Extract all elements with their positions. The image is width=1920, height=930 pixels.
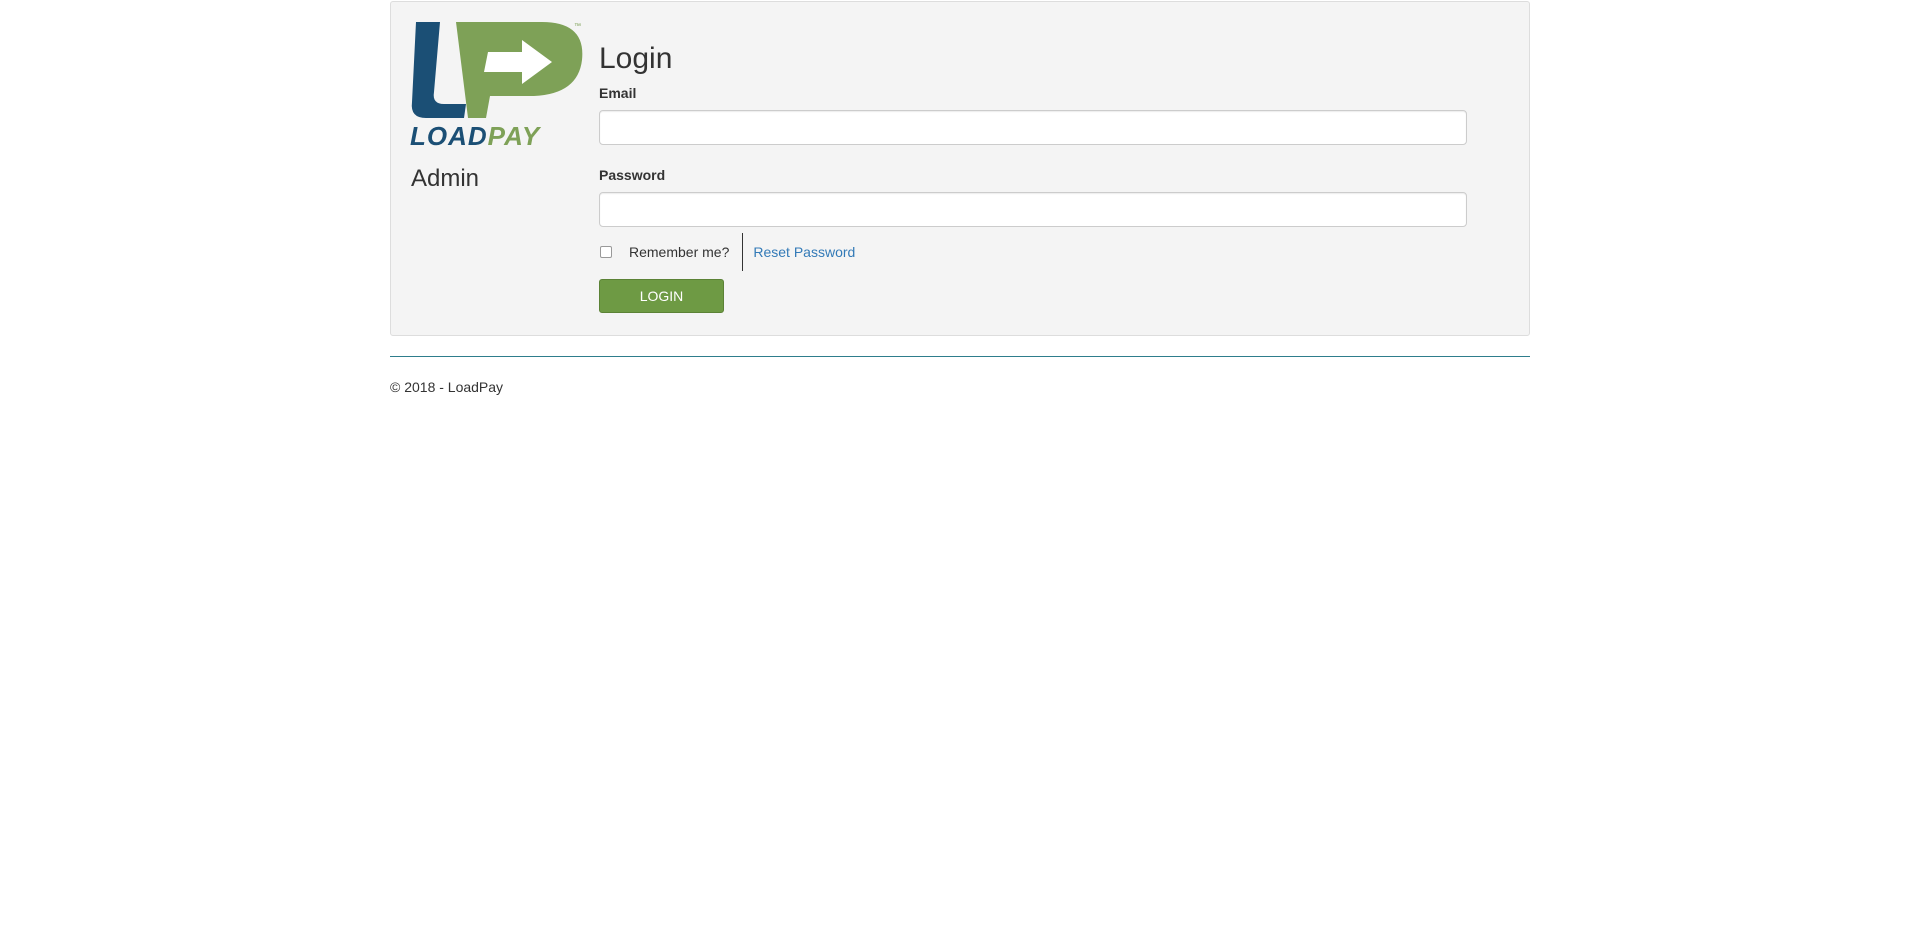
login-button[interactable]: LOGIN (599, 279, 724, 313)
password-label: Password (599, 167, 666, 183)
page-container: ™ LOADPAY Admin Login Email Password Rem… (390, 0, 1530, 395)
admin-label: Admin (411, 165, 480, 192)
email-field[interactable] (599, 110, 1467, 145)
remember-row: Remember me? Reset Password (599, 233, 1467, 271)
footer-divider (390, 356, 1530, 357)
page-title: Login (599, 42, 673, 75)
brand-block: ™ LOADPAY (410, 20, 586, 148)
remember-checkbox[interactable] (600, 246, 612, 258)
vertical-divider (742, 233, 744, 271)
remember-label[interactable]: Remember me? (629, 244, 729, 260)
loadpay-logo: ™ LOADPAY (410, 22, 583, 148)
svg-text:™: ™ (574, 23, 581, 30)
login-panel: ™ LOADPAY Admin Login Email Password Rem… (390, 1, 1530, 336)
svg-text:LOADPAY: LOADPAY (410, 121, 542, 148)
email-label: Email (599, 85, 637, 101)
footer-copyright: © 2018 - LoadPay (390, 379, 504, 395)
login-form: Login Email Password Remember me? Reset … (599, 40, 1467, 313)
password-field[interactable] (599, 192, 1467, 227)
reset-password-link[interactable]: Reset Password (753, 244, 855, 260)
